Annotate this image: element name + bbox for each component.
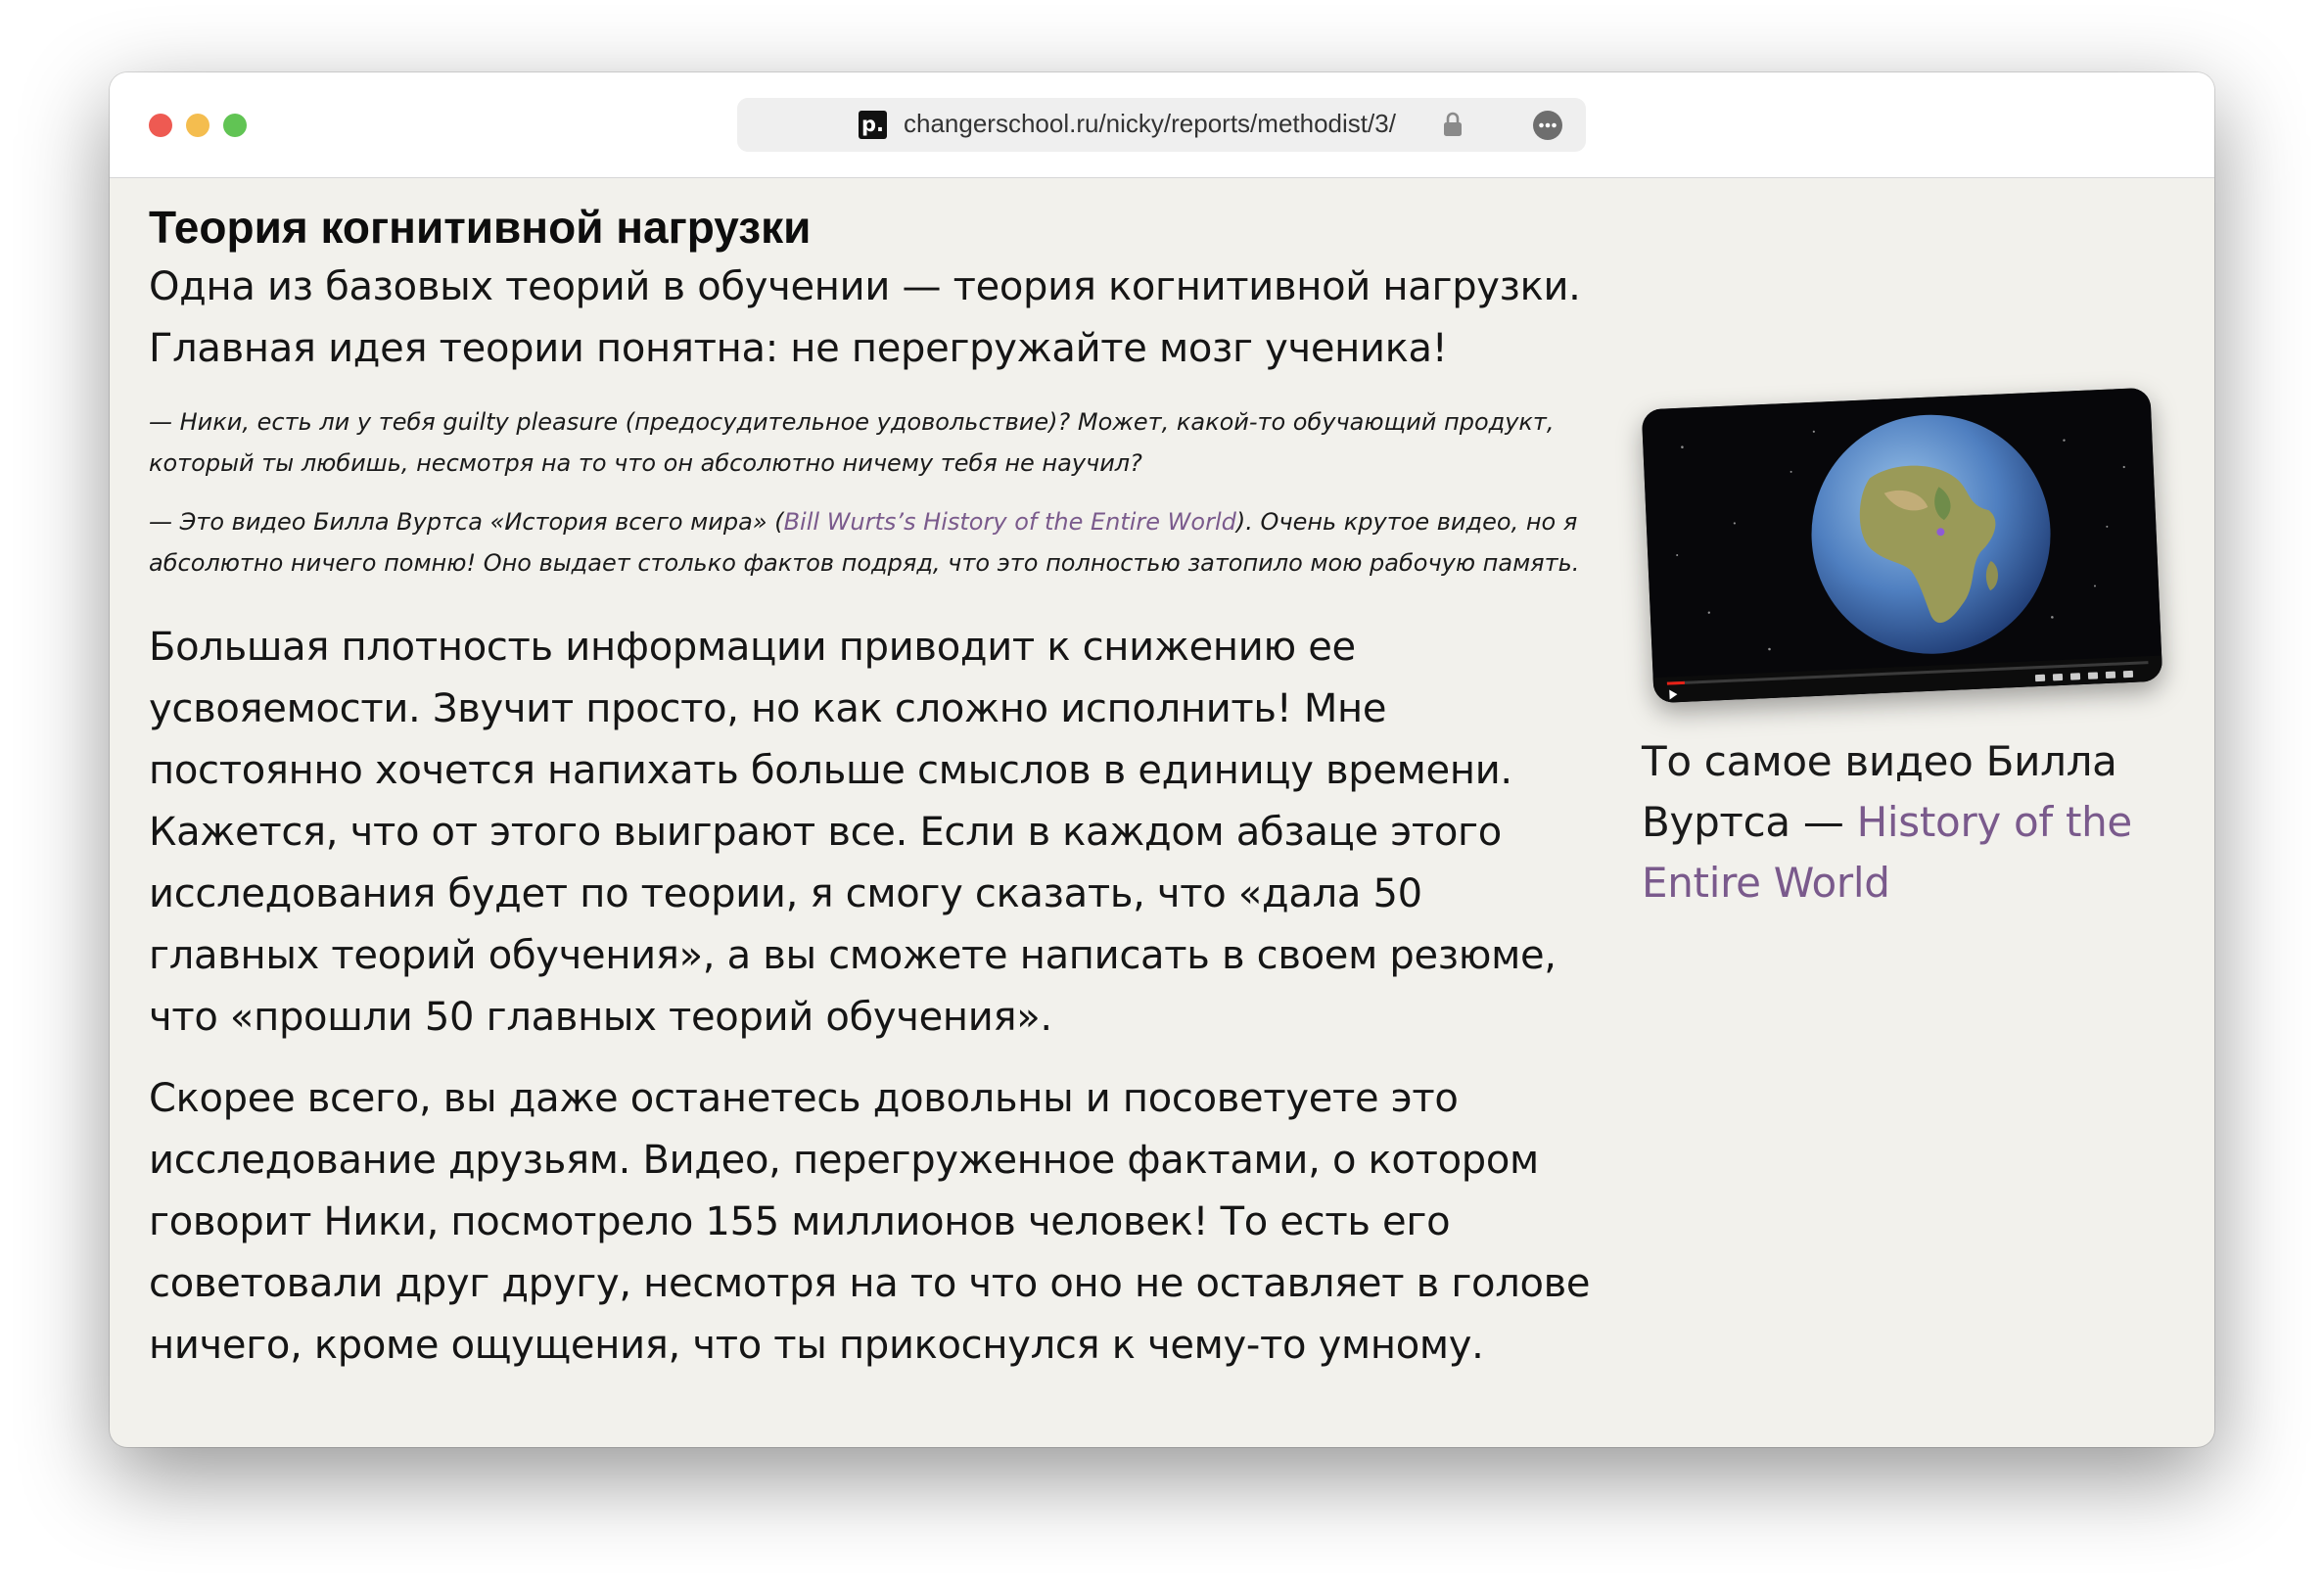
paragraph-information-density: Большая плотность информации приводит к … <box>149 625 1557 1040</box>
address-bar[interactable]: p. changerschool.ru/nicky/reports/method… <box>737 98 1586 152</box>
article-body: Теория когнитивной нагрузки Одна из базо… <box>149 198 1598 1396</box>
sidebar: То самое видео Билла Вуртса — History of… <box>1641 387 2190 913</box>
answer-text-start: — Это видео Билла Вуртса «История всего … <box>149 508 784 536</box>
interview-question: — Ники, есть ли у тебя guilty pleasure (… <box>149 408 1555 477</box>
more-options-icon[interactable] <box>1532 110 1563 141</box>
history-video-link[interactable]: Bill Wurts’s History of the Entire World <box>784 508 1236 536</box>
page-content: Теория когнитивной нагрузки Одна из базо… <box>110 178 2214 1447</box>
browser-titlebar: p. changerschool.ru/nicky/reports/method… <box>110 72 2214 178</box>
browser-window: p. changerschool.ru/nicky/reports/method… <box>110 72 2214 1447</box>
video-thumbnail[interactable] <box>1641 387 2163 704</box>
article-lead: Одна из базовых теорий в обучении — теор… <box>149 264 1581 371</box>
interview-answer: — Это видео Билла Вуртса «История всего … <box>149 501 1598 584</box>
close-window-button[interactable] <box>149 114 172 137</box>
maximize-window-button[interactable] <box>223 114 247 137</box>
site-favicon-icon: p. <box>859 111 887 139</box>
paragraph-video-popularity: Скорее всего, вы даже останетесь довольн… <box>149 1076 1591 1368</box>
article-heading: Теория когнитивной нагрузки <box>149 202 812 253</box>
video-caption: То самое видео Билла Вуртса — History of… <box>1642 731 2190 913</box>
earth-image <box>1641 387 2163 704</box>
url-text[interactable]: changerschool.ru/nicky/reports/methodist… <box>904 109 1396 139</box>
minimize-window-button[interactable] <box>186 114 209 137</box>
lock-icon <box>1444 112 1462 136</box>
